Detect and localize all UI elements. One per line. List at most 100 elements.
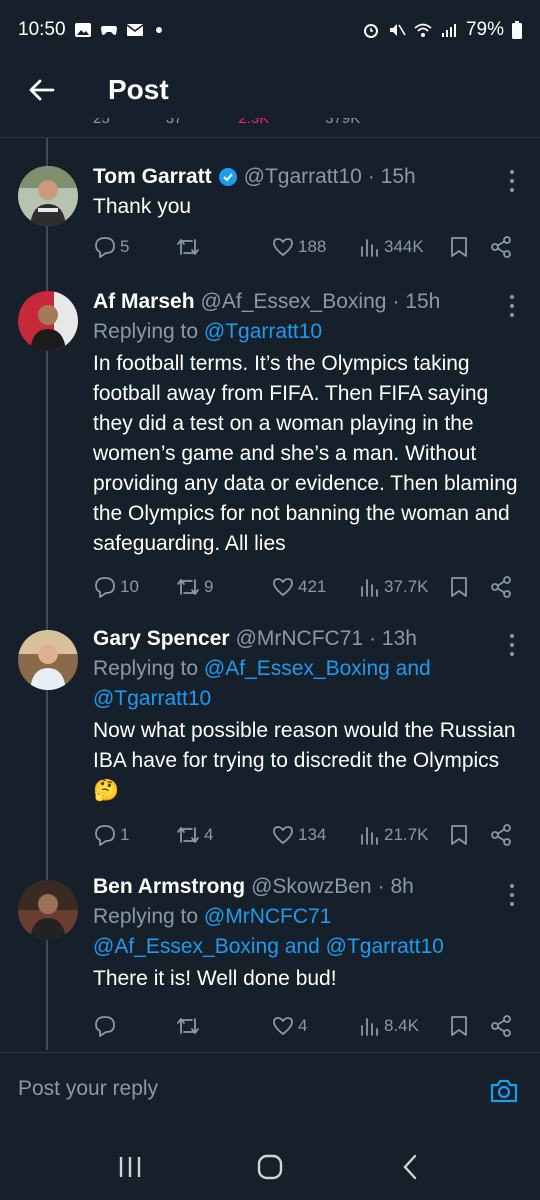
views-button[interactable]: 8.4K [359,1013,419,1039]
avatar[interactable] [18,166,78,226]
avatar[interactable] [18,880,78,940]
game-icon [100,26,117,35]
parent-post-actions: 25 37 2.3K 379K [0,118,540,138]
header: Post [0,60,540,120]
views-icon [361,239,378,257]
more-icon[interactable] [508,884,516,906]
reply-button[interactable]: 10 [93,574,139,600]
share-button[interactable] [489,234,513,260]
reply-post[interactable]: Gary Spencer @MrNCFC71 · 13h Replying to… [0,624,540,850]
views-icon [361,1018,378,1036]
like-count: 188 [298,237,327,256]
repost-icon [177,239,199,255]
bookmark-button[interactable] [449,1013,469,1039]
post-actions: 5 188 344K [93,234,518,260]
reply-count: 10 [120,577,139,596]
repost-button[interactable] [175,1013,204,1039]
share-icon [491,576,511,598]
more-icon[interactable] [508,295,516,317]
author-handle[interactable]: @Tgarratt10 [244,164,362,190]
heart-icon [273,578,293,596]
notification-dot-icon [155,27,162,33]
replying-to-mention[interactable]: @Tgarratt10 [204,320,322,343]
peek-like-count: 2.3K [238,118,270,127]
reply-icon [95,825,115,846]
share-button[interactable] [489,1013,513,1039]
reply-post[interactable]: Tom Garratt @Tgarratt10 · 15h Thank you [0,160,540,278]
post-actions: 1 4 134 21.7K [93,822,518,848]
reply-icon [95,577,115,598]
post-time: · 15h [392,290,441,313]
reply-button[interactable] [93,1013,120,1039]
author-name[interactable]: Tom Garratt [93,164,212,190]
author-handle[interactable]: @Af_Essex_Boxing [201,289,387,315]
post-text: There it is! Well done bud! [93,967,337,990]
views-button[interactable]: 37.7K [359,574,428,600]
signal-icon [441,24,456,37]
reply-post[interactable]: Af Marseh @Af_Essex_Boxing · 15h Replyin… [0,285,540,615]
author-name[interactable]: Ben Armstrong [93,874,245,900]
reply-button[interactable]: 5 [93,234,129,260]
system-nav-bar [0,1134,540,1200]
wifi-icon [414,23,432,37]
repost-count: 4 [204,825,214,844]
author-handle[interactable]: @MrNCFC71 [236,626,364,652]
share-button[interactable] [489,822,513,848]
post-time: · 8h [377,875,414,898]
camera-icon [490,1079,518,1103]
post-actions: 10 9 421 37.7K [93,574,518,600]
post-actions: 4 8.4K [93,1013,518,1039]
avatar[interactable] [18,630,78,690]
share-button[interactable] [489,574,513,600]
more-icon[interactable] [508,634,516,656]
replying-to-label: Replying to [93,657,204,680]
more-icon[interactable] [508,170,516,192]
recent-apps-icon [119,1157,141,1177]
home-button[interactable] [240,1142,300,1192]
repost-button[interactable]: 4 [175,822,213,848]
views-button[interactable]: 21.7K [359,822,428,848]
repost-button[interactable] [175,234,204,260]
repost-button[interactable]: 9 [175,574,213,600]
view-count: 8.4K [384,1016,419,1035]
recent-apps-button[interactable] [100,1142,160,1192]
author-name[interactable]: Af Marseh [93,289,195,315]
alarm-icon [363,24,378,38]
view-count: 37.7K [384,577,429,596]
back-button[interactable] [12,60,72,120]
author-name[interactable]: Gary Spencer [93,626,230,652]
repost-count: 9 [204,577,214,596]
views-icon [361,579,378,597]
status-time: 10:50 [18,19,66,40]
back-nav-button[interactable] [380,1142,440,1192]
views-icon [361,827,378,845]
camera-button[interactable] [488,1075,520,1107]
back-icon [403,1154,417,1180]
share-icon [491,236,511,258]
author-handle[interactable]: @SkowzBen [251,874,372,900]
like-count: 4 [298,1016,308,1035]
views-button[interactable]: 344K [359,234,424,260]
share-icon [491,824,511,846]
reply-button[interactable]: 1 [93,822,129,848]
post-time: · 13h [369,627,417,650]
bookmark-button[interactable] [449,574,469,600]
bookmark-button[interactable] [449,822,469,848]
bookmark-button[interactable] [449,234,469,260]
bookmark-icon [451,1016,467,1036]
avatar[interactable] [18,291,78,351]
reply-count: 5 [120,237,130,256]
share-icon [491,1015,511,1037]
view-count: 21.7K [384,825,429,844]
reply-input[interactable] [18,1077,438,1101]
reply-count: 1 [120,825,130,844]
like-button[interactable]: 421 [271,574,326,600]
like-button[interactable]: 188 [271,234,326,260]
page-title: Post [108,74,169,105]
like-button[interactable]: 4 [271,1013,307,1039]
reply-icon [95,1016,115,1037]
heart-icon [273,1017,293,1035]
peek-repost-count: 37 [165,118,183,127]
like-button[interactable]: 134 [271,822,326,848]
replying-to: Replying to @Tgarratt10 [93,317,518,347]
